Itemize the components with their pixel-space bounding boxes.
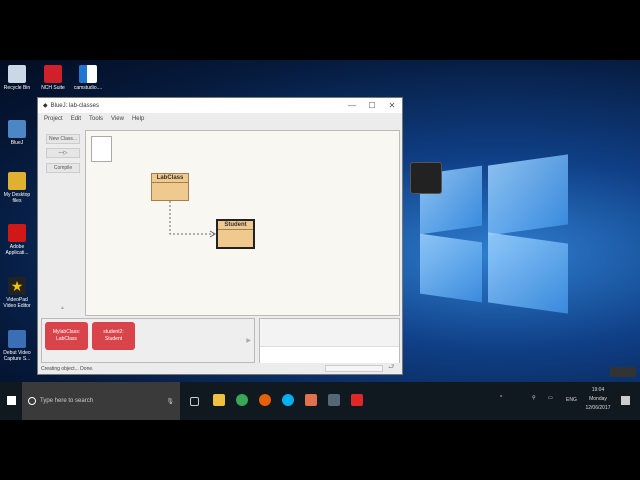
desktop-icon-adobe[interactable]: Adobe Applicati... (0, 224, 34, 256)
class-name: LabClass (152, 174, 188, 183)
object-mylabclass[interactable]: MylabClass: LabClass (45, 322, 88, 350)
object-student2[interactable]: student2: Student (92, 322, 135, 350)
nch-icon (44, 65, 62, 83)
scroll-right-icon[interactable]: ▶ (246, 337, 251, 344)
icon-label: camstudio.... (73, 85, 103, 91)
desktop-icon-recycle-bin[interactable]: Recycle Bin (0, 65, 34, 91)
close-button[interactable]: ✕ (382, 101, 402, 110)
videopad-icon: ★ (8, 277, 26, 295)
cortana-icon (28, 397, 36, 405)
camera-widget-icon[interactable] (410, 162, 442, 194)
debut-icon (8, 330, 26, 348)
object-type: Student (104, 336, 123, 342)
search-placeholder: Type here to search (40, 398, 94, 404)
clock-day: Monday (589, 396, 607, 402)
object-bench: MylabClass: LabClass student2: Student ▶ (41, 318, 255, 363)
recording-controls[interactable] (610, 367, 636, 377)
icon-label: Recycle Bin (3, 85, 31, 91)
microphone-icon[interactable]: 🎙 (166, 398, 174, 405)
desktop-icon-nch-suite[interactable]: NCH Suite (36, 65, 70, 91)
class-box-student[interactable]: Student (216, 219, 255, 249)
language-indicator[interactable]: ENG (566, 397, 577, 403)
new-class-button[interactable]: New Class... (46, 134, 80, 144)
codepad-panel[interactable] (259, 318, 400, 363)
camstudio-icon (79, 65, 97, 83)
windows-logo-pane (488, 154, 568, 236)
status-text: Creating object... Done. (41, 366, 94, 372)
firefox-icon[interactable] (259, 394, 271, 406)
search-box[interactable]: Type here to search 🎙 (22, 382, 180, 420)
title-bar[interactable]: ◆ BlueJ: lab-classes — ☐ ✕ (38, 98, 402, 113)
collapse-arrow-icon[interactable]: ▲ (60, 305, 65, 311)
recycle-bin-icon (8, 65, 26, 83)
desktop-icon-videopad[interactable]: ★ VideoPad Video Editor (0, 277, 34, 309)
icon-label: Debut Video Capture S... (3, 350, 31, 362)
progress-bar (325, 365, 383, 372)
taskbar: Type here to search 🎙 ^ ⚲ ▭ ENG 19:04 Mo… (0, 382, 640, 420)
menu-edit[interactable]: Edit (71, 116, 81, 122)
windows-logo-pane (488, 232, 568, 314)
windows-logo-pane (420, 233, 482, 303)
app-taskbar-icon[interactable] (351, 394, 363, 406)
adobe-icon (8, 224, 26, 242)
bluej-app-icon: ◆ (43, 103, 48, 109)
clock-date: 12/06/2017 (585, 405, 611, 411)
show-hidden-icons[interactable]: ^ (500, 395, 502, 401)
object-type: LabClass (56, 336, 77, 342)
icon-label: My Desktop files (3, 192, 31, 204)
class-name: Student (218, 221, 253, 230)
menu-view[interactable]: View (111, 116, 124, 122)
task-view-icon[interactable] (190, 397, 199, 406)
network-icon[interactable]: ⚲ (532, 395, 536, 401)
window-title: BlueJ: lab-classes (50, 102, 99, 109)
menu-tools[interactable]: Tools (89, 116, 103, 122)
inheritance-arrow-button[interactable]: —▷ (46, 148, 80, 158)
clock-time: 19:04 (591, 387, 605, 393)
menu-help[interactable]: Help (132, 116, 144, 122)
bluej-taskbar-icon[interactable] (328, 394, 340, 406)
folder-icon (8, 172, 26, 190)
chrome-icon[interactable] (236, 394, 248, 406)
notifications-icon[interactable] (621, 396, 630, 405)
keyboard-icon[interactable]: ▭ (548, 395, 553, 401)
icon-label: VideoPad Video Editor (3, 297, 31, 309)
desktop-icon-bluej[interactable]: BlueJ (0, 120, 34, 146)
maximize-button[interactable]: ☐ (362, 101, 382, 110)
object-name: MylabClass: (52, 329, 81, 335)
desktop-icon-camstudio[interactable]: camstudio.... (71, 65, 105, 91)
file-explorer-icon[interactable] (213, 394, 225, 406)
menu-project[interactable]: Project (44, 116, 63, 122)
class-box-labclass[interactable]: LabClass (151, 173, 189, 201)
bluej-icon (8, 120, 26, 138)
object-name: student2: (103, 329, 124, 335)
compile-button[interactable]: Compile (46, 163, 80, 173)
powerpoint-icon[interactable] (305, 394, 317, 406)
reset-vm-icon[interactable]: ⮐ (388, 363, 394, 374)
icon-label: NCH Suite (41, 85, 65, 91)
icon-label: BlueJ (10, 140, 24, 146)
menu-bar: Project Edit Tools View Help (38, 113, 402, 124)
class-diagram-canvas[interactable]: LabClass Student (85, 130, 400, 316)
minimize-button[interactable]: — (342, 101, 362, 110)
bluej-window: ◆ BlueJ: lab-classes — ☐ ✕ Project Edit … (37, 97, 403, 375)
desktop-icon-debut[interactable]: Debut Video Capture S... (0, 330, 34, 362)
icon-label: Adobe Applicati... (5, 244, 29, 256)
clock[interactable]: 19:04 Monday 12/06/2017 (583, 387, 613, 411)
start-button-windows-icon[interactable] (7, 396, 16, 405)
desktop-icon-my-desktop-files[interactable]: My Desktop files (0, 172, 34, 204)
skype-icon[interactable] (282, 394, 294, 406)
